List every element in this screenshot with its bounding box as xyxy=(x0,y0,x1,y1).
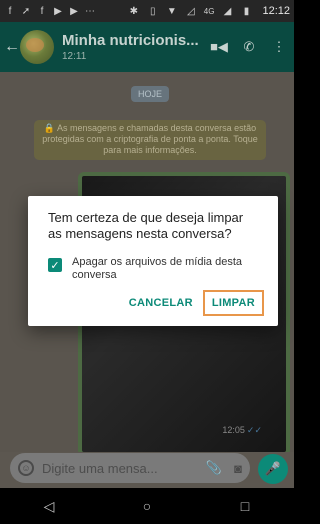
last-seen: 12:11 xyxy=(62,51,87,62)
arrow-left-icon[interactable]: ← xyxy=(4,38,20,56)
dialog-message: Tem certeza de que deseja limpar as mens… xyxy=(48,210,244,241)
camera-icon[interactable]: ◙ xyxy=(226,461,250,476)
video-camera-icon[interactable]: ■◀ xyxy=(204,22,234,72)
phone-icon[interactable]: ✆ xyxy=(234,22,264,72)
nav-home-icon[interactable]: ○ xyxy=(117,498,177,514)
message-input[interactable]: ☺ Digite uma mensa... 📎 ◙ xyxy=(10,453,250,483)
microphone-icon[interactable]: 🎤 xyxy=(258,454,288,484)
chat-header: ← Minha nutricionis... 12:11 ■◀ ✆ ⋮ xyxy=(0,22,294,72)
paperclip-icon[interactable]: 📎 xyxy=(202,460,226,476)
contact-name: Minha nutricionis... xyxy=(62,32,199,49)
facebook-icon: f xyxy=(40,5,44,17)
checkbox-label: Apagar os arquivos de mídia desta conver… xyxy=(72,256,242,281)
pin-icon: ➚ xyxy=(21,5,31,17)
message-composer: ☺ Digite uma mensa... 📎 ◙ 🎤 xyxy=(0,452,294,488)
nav-back-icon[interactable]: ◁ xyxy=(19,498,79,515)
nav-recents-icon[interactable]: □ xyxy=(215,498,275,514)
emoji-icon[interactable]: ☺ xyxy=(18,460,34,476)
youtube-icon: ▶ xyxy=(54,5,62,17)
signal-icon: ◿ xyxy=(186,5,195,17)
avatar[interactable] xyxy=(20,30,54,64)
clear-chat-dialog: Tem certeza de que deseja limpar as mens… xyxy=(28,196,278,326)
more-vertical-icon[interactable]: ⋮ xyxy=(264,22,294,72)
system-nav-bar: ◁ ○ □ xyxy=(0,488,294,524)
facebook-icon: f xyxy=(8,5,12,17)
signal-icon: ◢ xyxy=(223,5,232,17)
dialog-actions: CANCELAR LIMPAR xyxy=(129,290,264,316)
battery-icon: ▮ xyxy=(243,5,250,17)
bluetooth-icon: ✱ xyxy=(129,5,138,17)
network-type: 4G xyxy=(203,6,215,16)
cancel-button[interactable]: CANCELAR xyxy=(129,297,193,309)
clear-button[interactable]: LIMPAR xyxy=(202,290,264,316)
message-placeholder: Digite uma mensa... xyxy=(42,460,158,476)
checkbox-checked-icon[interactable]: ✓ xyxy=(48,258,62,272)
more-notifications-icon: ⋯ xyxy=(85,5,95,17)
status-right: ✱ ▯ ▼ ◿ 4G ◢ ▮ 12:12 xyxy=(128,5,290,17)
status-bar: f ➚ f ▶ ▶ ⋯ ✱ ▯ ▼ ◿ 4G ◢ ▮ 12:12 xyxy=(0,0,294,22)
youtube-icon: ▶ xyxy=(70,5,78,17)
status-time: 12:12 xyxy=(262,5,290,17)
delete-media-option[interactable]: ✓ Apagar os arquivos de mídia desta conv… xyxy=(48,256,260,282)
wifi-icon: ▼ xyxy=(166,5,177,17)
vibrate-icon: ▯ xyxy=(150,5,156,17)
chat-header-titles[interactable]: Minha nutricionis... 12:11 xyxy=(62,32,204,62)
